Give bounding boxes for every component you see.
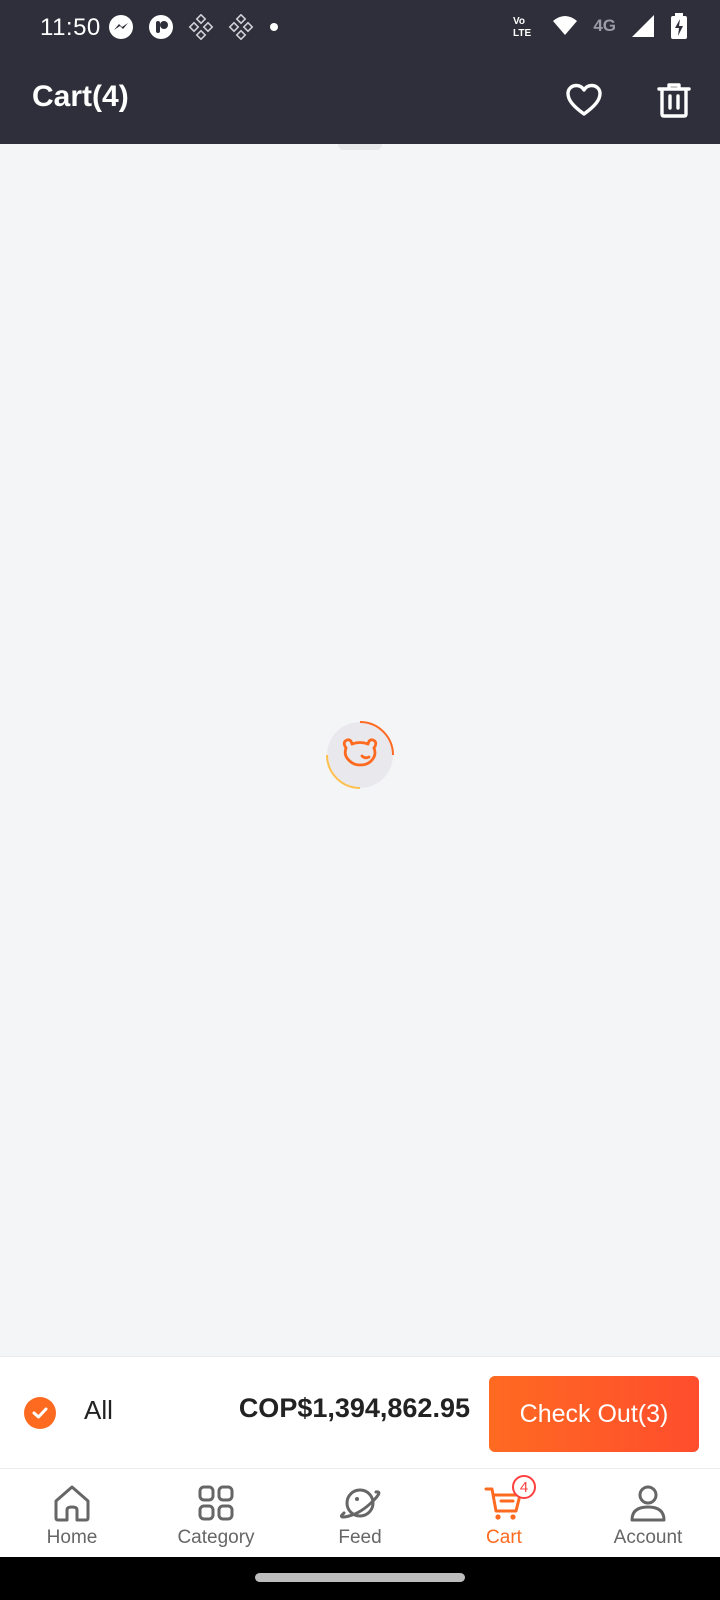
app-icon bbox=[149, 15, 173, 39]
wifi-icon bbox=[553, 16, 578, 35]
checkout-button[interactable]: Check Out(3) bbox=[489, 1376, 699, 1452]
favorites-button[interactable] bbox=[562, 78, 606, 122]
messenger-icon bbox=[109, 15, 133, 39]
svg-text:Vo: Vo bbox=[513, 16, 525, 27]
app-header: Cart(4) bbox=[0, 56, 720, 144]
svg-text:LTE: LTE bbox=[513, 28, 531, 39]
dot-icon bbox=[270, 23, 278, 31]
network-icon bbox=[228, 14, 254, 40]
trash-icon bbox=[657, 83, 691, 118]
nav-item-cart[interactable]: 4 Cart bbox=[432, 1469, 576, 1557]
network-icon bbox=[188, 14, 214, 40]
nav-item-home[interactable]: Home bbox=[0, 1469, 144, 1557]
grid-icon bbox=[194, 1481, 238, 1525]
select-all-label[interactable]: All bbox=[84, 1395, 113, 1426]
checkmark-icon bbox=[32, 1407, 48, 1419]
system-status-icons: Vo LTE 4G bbox=[511, 12, 688, 40]
system-navigation-bar bbox=[0, 1557, 720, 1600]
signal-icon bbox=[632, 15, 654, 37]
nav-item-account[interactable]: Account bbox=[576, 1469, 720, 1557]
heart-icon bbox=[566, 83, 602, 116]
status-time: 11:50 bbox=[40, 14, 101, 41]
loading-spinner bbox=[325, 720, 395, 790]
volte-icon: Vo LTE bbox=[513, 16, 531, 39]
nav-label-category: Category bbox=[177, 1527, 255, 1548]
home-gesture-bar[interactable] bbox=[255, 1573, 465, 1582]
cart-content[interactable] bbox=[0, 144, 720, 1356]
page-title: Cart(4) bbox=[32, 80, 129, 113]
checkout-bar: All COP$1,394,862.95 Check Out(3) bbox=[0, 1356, 720, 1468]
select-all-checkbox[interactable] bbox=[24, 1397, 56, 1429]
nav-item-feed[interactable]: Feed bbox=[288, 1469, 432, 1557]
battery-charging-icon bbox=[671, 13, 687, 39]
nav-label-feed: Feed bbox=[338, 1527, 382, 1548]
home-icon bbox=[50, 1481, 94, 1525]
delete-button[interactable] bbox=[652, 78, 696, 122]
pull-refresh-shadow bbox=[338, 144, 382, 150]
bottom-nav: Home Category Feed 4 Cart Account bbox=[0, 1468, 720, 1557]
network-type-label: 4G bbox=[593, 16, 616, 35]
bear-face-spinner-icon bbox=[326, 721, 394, 789]
planet-icon bbox=[338, 1481, 382, 1525]
notification-icons bbox=[108, 14, 280, 40]
user-icon bbox=[626, 1481, 670, 1525]
total-price: COP$1,394,862.95 bbox=[238, 1393, 470, 1423]
nav-label-cart: Cart bbox=[486, 1527, 522, 1548]
nav-item-category[interactable]: Category bbox=[144, 1469, 288, 1557]
nav-label-account: Account bbox=[613, 1527, 683, 1548]
status-bar: 11:50 Vo LTE 4G bbox=[0, 0, 720, 56]
cart-count-badge: 4 bbox=[512, 1475, 536, 1499]
nav-label-home: Home bbox=[46, 1527, 98, 1548]
